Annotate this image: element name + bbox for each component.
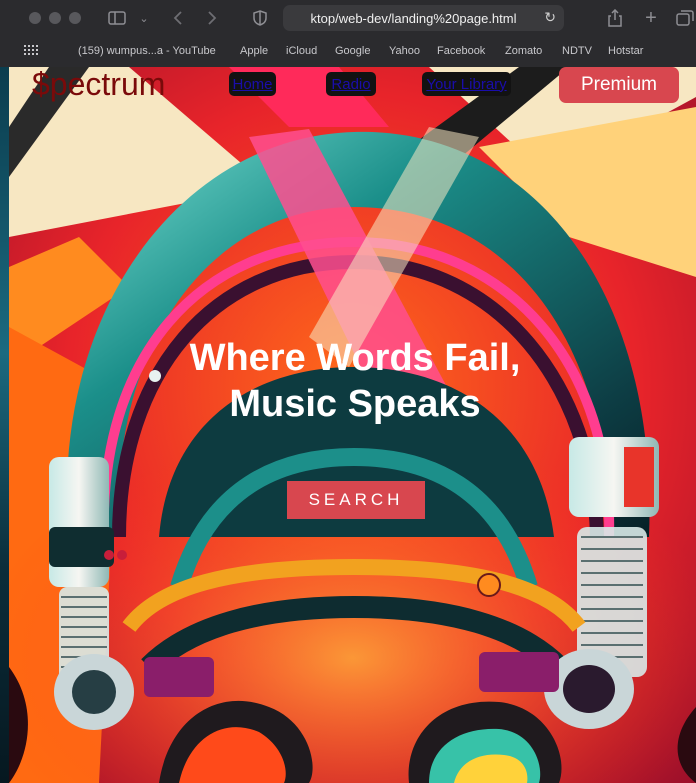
address-bar[interactable]: ktop/web-dev/landing%20page.html ↻ <box>283 5 564 31</box>
nav-home-link[interactable]: Home <box>229 72 276 96</box>
search-button[interactable]: SEARCH <box>287 481 425 519</box>
hero-heading: Where Words Fail, Music Speaks <box>189 337 521 425</box>
apps-grid-icon[interactable] <box>24 45 38 59</box>
favorites-bar: (159) wumpus...a - YouTube Apple iCloud … <box>0 40 696 64</box>
zoom-window-button[interactable] <box>69 12 81 24</box>
favorite-zomato[interactable]: Zomato <box>505 45 542 57</box>
forward-icon[interactable] <box>204 8 220 28</box>
favorite-google[interactable]: Google <box>335 45 370 57</box>
tab-overview-icon[interactable] <box>675 8 695 28</box>
favorite-hotstar[interactable]: Hotstar <box>608 45 643 57</box>
favorite-facebook[interactable]: Facebook <box>437 45 485 57</box>
premium-button[interactable]: Premium <box>559 67 679 103</box>
favorite-icloud[interactable]: iCloud <box>286 45 317 57</box>
browser-chrome: ⌄ ktop/web-dev/landing%20page.html ↻ + (… <box>0 0 696 67</box>
brand-logo[interactable]: $pectrum <box>32 67 165 101</box>
web-page: $pectrum Home Radio Your Library Premium… <box>9 67 696 783</box>
shield-icon[interactable] <box>252 8 268 28</box>
minimize-window-button[interactable] <box>49 12 61 24</box>
chevron-down-icon[interactable]: ⌄ <box>138 8 150 28</box>
desktop-wallpaper-edge <box>0 67 9 783</box>
share-icon[interactable] <box>606 8 624 28</box>
back-icon[interactable] <box>170 8 186 28</box>
nav-your-library-link[interactable]: Your Library <box>422 72 511 96</box>
favorite-apple[interactable]: Apple <box>240 45 268 57</box>
favorite-yahoo[interactable]: Yahoo <box>389 45 420 57</box>
close-window-button[interactable] <box>29 12 41 24</box>
browser-toolbar: ⌄ ktop/web-dev/landing%20page.html ↻ + <box>0 0 696 36</box>
sidebar-toggle-icon[interactable] <box>106 8 128 28</box>
new-tab-icon[interactable]: + <box>642 7 660 29</box>
nav-radio-link[interactable]: Radio <box>326 72 376 96</box>
url-text: ktop/web-dev/landing%20page.html <box>310 10 517 26</box>
reload-icon[interactable]: ↻ <box>544 9 556 26</box>
favorite-ndtv[interactable]: NDTV <box>562 45 592 57</box>
favorite-youtube[interactable]: (159) wumpus...a - YouTube <box>78 45 216 57</box>
